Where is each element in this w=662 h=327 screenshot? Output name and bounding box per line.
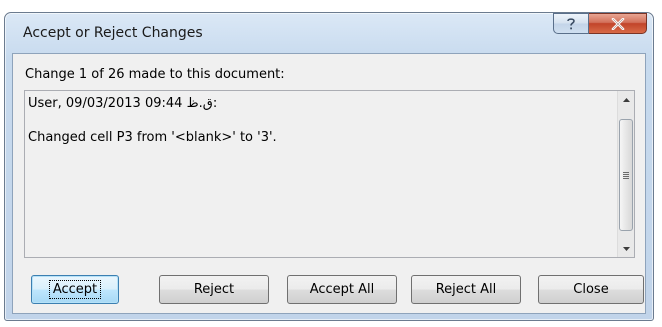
close-button[interactable]: Close <box>538 275 644 304</box>
reject-button[interactable]: Reject <box>159 275 269 304</box>
dialog-body: Change 1 of 26 made to this document: Us… <box>12 53 646 314</box>
accept-button-label: Accept <box>48 280 102 299</box>
close-icon <box>611 17 624 30</box>
scroll-thumb[interactable] <box>619 119 633 231</box>
title-bar[interactable]: Accept or Reject Changes <box>5 13 653 53</box>
accept-button[interactable]: Accept <box>31 275 119 304</box>
reject-all-button-label: Reject All <box>435 282 497 297</box>
accept-all-button-label: Accept All <box>309 282 375 297</box>
window-title: Accept or Reject Changes <box>23 25 203 41</box>
scroll-up-button[interactable] <box>618 91 634 108</box>
button-row: Accept Reject Accept All Reject All Clos… <box>13 275 645 305</box>
accept-reject-changes-dialog: Accept or Reject Changes Change 1 of 26 … <box>4 12 654 321</box>
scroll-down-button[interactable] <box>618 240 634 257</box>
help-button[interactable] <box>553 13 589 34</box>
close-window-button[interactable] <box>589 13 647 34</box>
change-author-line: User, 09/03/2013 09:44 ق.ظ: <box>28 96 218 111</box>
reject-all-button[interactable]: Reject All <box>411 275 521 304</box>
arrow-down-icon <box>622 246 630 251</box>
grip-icon <box>623 171 629 179</box>
close-button-label: Close <box>573 282 609 297</box>
change-description-line: Changed cell P3 from '<blank>' to '3'. <box>28 130 277 145</box>
change-count-label: Change 1 of 26 made to this document: <box>25 67 285 82</box>
change-details-box[interactable]: User, 09/03/2013 09:44 ق.ظ: Changed cell… <box>24 90 635 258</box>
help-icon <box>567 17 575 29</box>
arrow-up-icon <box>622 97 630 102</box>
vertical-scrollbar[interactable] <box>617 91 634 257</box>
reject-button-label: Reject <box>193 282 235 297</box>
change-details-text: User, 09/03/2013 09:44 ق.ظ: Changed cell… <box>28 95 613 163</box>
caption-buttons <box>553 13 647 35</box>
accept-all-button[interactable]: Accept All <box>287 275 397 304</box>
